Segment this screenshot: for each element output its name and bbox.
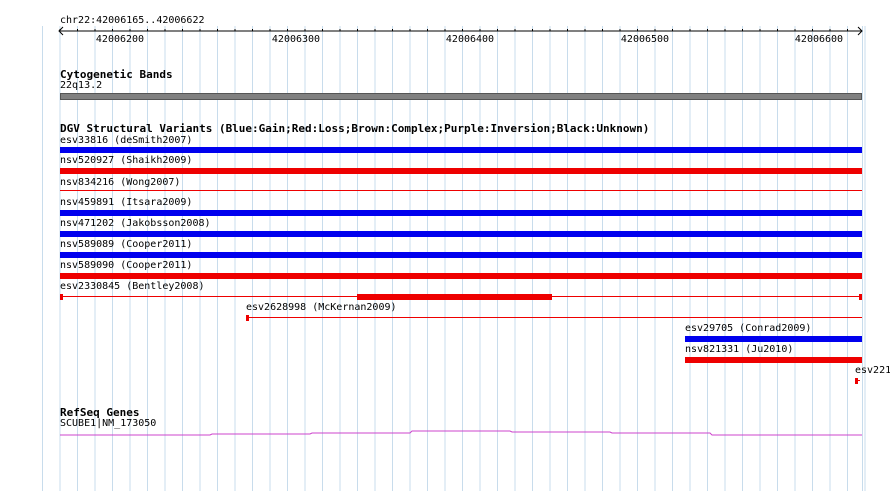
variant-bar-loss[interactable] <box>60 190 862 191</box>
variant-label[interactable]: esv2628998 (McKernan2009) <box>246 302 397 314</box>
variant-bar-loss[interactable] <box>685 357 862 363</box>
genome-browser-view: chr22:42006165..42006622 42006200 420063… <box>0 0 890 491</box>
variant-bar-gain[interactable] <box>60 147 862 153</box>
ruler-tick-label: 42006500 <box>620 34 670 45</box>
variant-end-cap <box>855 378 858 384</box>
cytoband-label[interactable]: 22q13.2 <box>60 80 102 92</box>
variant-end-cap <box>60 294 63 300</box>
variant-label[interactable]: nsv834216 (Wong2007) <box>60 177 180 189</box>
variant-label[interactable]: nsv821331 (Ju2010) <box>685 344 793 356</box>
ruler-tick-label: 42006300 <box>271 34 321 45</box>
variant-label[interactable]: nsv459891 (Itsara2009) <box>60 197 192 209</box>
variant-label[interactable]: nsv589090 (Cooper2011) <box>60 260 192 272</box>
gene-model[interactable] <box>0 426 890 440</box>
ruler-tick-label: 42006600 <box>794 34 844 45</box>
variant-end-cap <box>246 315 249 321</box>
ruler-tick-label: 42006200 <box>95 34 145 45</box>
variant-label[interactable]: esv221 <box>855 365 890 377</box>
dgv-track-title: DGV Structural Variants (Blue:Gain;Red:L… <box>60 122 650 135</box>
variant-label[interactable]: nsv589089 (Cooper2011) <box>60 239 192 251</box>
variant-label[interactable]: esv33816 (deSmith2007) <box>60 135 192 147</box>
variant-bar-gain[interactable] <box>60 231 862 237</box>
variant-bar-gain[interactable] <box>60 252 862 258</box>
variant-bar-loss[interactable] <box>60 273 862 279</box>
variant-bar-loss-segment[interactable] <box>357 294 552 300</box>
variant-label[interactable]: nsv520927 (Shaikh2009) <box>60 155 192 167</box>
variant-label[interactable]: esv29705 (Conrad2009) <box>685 323 811 335</box>
variant-label[interactable]: nsv471202 (Jakobsson2008) <box>60 218 211 230</box>
variant-label[interactable]: esv2330845 (Bentley2008) <box>60 281 205 293</box>
ruler-tick-label: 42006400 <box>445 34 495 45</box>
variant-bar-loss[interactable] <box>60 168 862 174</box>
variant-bar-loss[interactable] <box>246 317 862 318</box>
variant-bar-gain[interactable] <box>60 210 862 216</box>
variant-bar-gain[interactable] <box>685 336 862 342</box>
variant-end-cap <box>859 294 862 300</box>
cytoband-bar[interactable] <box>60 93 862 100</box>
